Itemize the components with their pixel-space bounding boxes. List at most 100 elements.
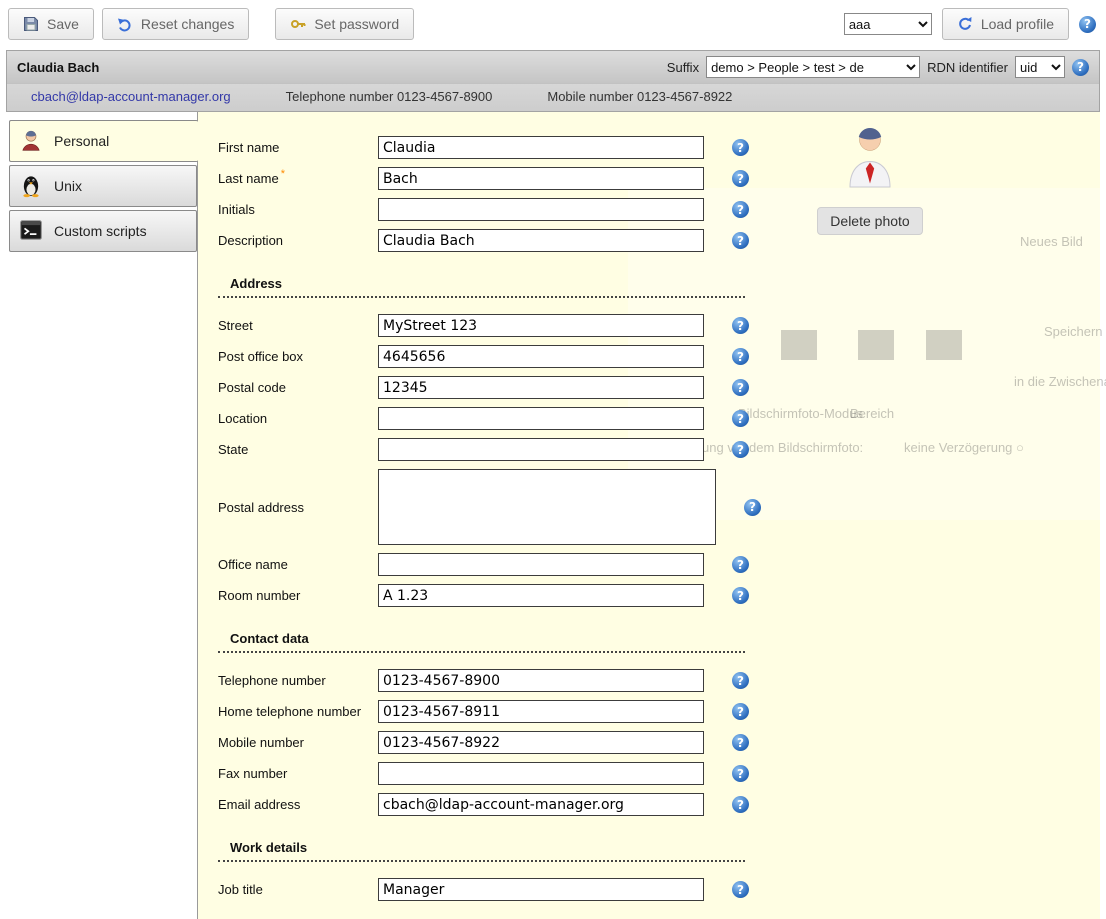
form-row: Home telephone number ?	[218, 700, 1100, 723]
form-row: Email address ?	[218, 793, 1100, 816]
form-row: Office name ?	[218, 553, 1100, 576]
telephone-number-input[interactable]	[378, 669, 704, 692]
mobile-number-input[interactable]	[378, 731, 704, 754]
terminal-icon	[18, 217, 44, 246]
field-label: Email address	[218, 797, 378, 812]
account-name: Claudia Bach	[17, 60, 99, 75]
home-telephone-input[interactable]	[378, 700, 704, 723]
field-label: Job title	[218, 882, 378, 897]
location-input[interactable]	[378, 407, 704, 430]
form-row: Room number ?	[218, 584, 1100, 607]
help-icon[interactable]: ?	[732, 796, 749, 813]
delete-photo-button[interactable]: Delete photo	[817, 207, 922, 235]
help-icon[interactable]: ?	[744, 499, 761, 516]
help-icon[interactable]: ?	[732, 139, 749, 156]
email-address-input[interactable]	[378, 793, 704, 816]
help-icon[interactable]: ?	[732, 348, 749, 365]
field-label: First name	[218, 140, 378, 155]
state-input[interactable]	[378, 438, 704, 461]
profile-select[interactable]: aaa	[844, 13, 932, 35]
reset-changes-label: Reset changes	[141, 16, 234, 32]
job-title-input[interactable]	[378, 878, 704, 901]
key-icon	[290, 16, 306, 32]
postal-address-textarea[interactable]	[378, 469, 716, 545]
help-icon[interactable]: ?	[732, 703, 749, 720]
help-icon[interactable]: ?	[732, 672, 749, 689]
form-row: Postal code ?	[218, 376, 1100, 399]
field-label: Initials	[218, 202, 378, 217]
help-icon[interactable]: ?	[732, 556, 749, 573]
help-icon[interactable]: ?	[732, 170, 749, 187]
last-name-input[interactable]	[378, 167, 704, 190]
initials-input[interactable]	[378, 198, 704, 221]
form-row: Post office box ?	[218, 345, 1100, 368]
tab-personal[interactable]: Personal	[9, 120, 198, 162]
tab-unix[interactable]: Unix	[9, 165, 197, 207]
first-name-input[interactable]	[378, 136, 704, 159]
form-row: State ?	[218, 438, 1100, 461]
help-icon[interactable]: ?	[1072, 59, 1089, 76]
description-input[interactable]	[378, 229, 704, 252]
header-right-group: Suffix demo > People > test > de RDN ide…	[667, 56, 1089, 78]
save-icon	[23, 16, 39, 32]
help-icon[interactable]: ?	[732, 441, 749, 458]
field-label: Post office box	[218, 349, 378, 364]
tab-personal-label: Personal	[54, 133, 109, 149]
help-icon[interactable]: ?	[732, 587, 749, 604]
suffix-select[interactable]: demo > People > test > de	[706, 56, 920, 78]
postal-code-input[interactable]	[378, 376, 704, 399]
rdn-select[interactable]: uid	[1015, 56, 1065, 78]
fax-number-input[interactable]	[378, 762, 704, 785]
section-title-work: Work details	[218, 840, 745, 862]
field-label: Postal address	[218, 500, 378, 515]
account-frame: Claudia Bach Suffix demo > People > test…	[6, 50, 1100, 919]
help-icon[interactable]: ?	[732, 765, 749, 782]
form-row: Description ?	[218, 229, 1100, 252]
help-icon[interactable]: ?	[732, 881, 749, 898]
reload-icon	[957, 16, 973, 32]
help-icon[interactable]: ?	[732, 410, 749, 427]
help-icon[interactable]: ?	[732, 317, 749, 334]
tab-custom-scripts-label: Custom scripts	[54, 223, 147, 239]
set-password-button[interactable]: Set password	[275, 8, 414, 40]
room-number-input[interactable]	[378, 584, 704, 607]
field-label: Home telephone number	[218, 704, 378, 719]
field-label: Mobile number	[218, 735, 378, 750]
help-icon[interactable]: ?	[732, 201, 749, 218]
email-link[interactable]: cbach@ldap-account-manager.org	[31, 89, 231, 104]
field-label-text: Last name	[218, 171, 279, 186]
save-button[interactable]: Save	[8, 8, 94, 40]
account-header: Claudia Bach Suffix demo > People > test…	[6, 50, 1100, 112]
section-title-address: Address	[218, 276, 745, 298]
form-row: Initials ?	[218, 198, 1100, 221]
tab-custom-scripts[interactable]: Custom scripts	[9, 210, 197, 252]
header-row-info: cbach@ldap-account-manager.org Telephone…	[7, 83, 1099, 111]
toolbar-right-group: aaa Load profile ?	[844, 8, 1096, 40]
field-label: Telephone number	[218, 673, 378, 688]
post-office-box-input[interactable]	[378, 345, 704, 368]
load-profile-button[interactable]: Load profile	[942, 8, 1069, 40]
help-icon[interactable]: ?	[732, 379, 749, 396]
field-label: State	[218, 442, 378, 457]
required-marker: *	[281, 168, 285, 180]
help-icon[interactable]: ?	[732, 232, 749, 249]
photo-area: Delete photo	[800, 124, 940, 235]
tab-unix-label: Unix	[54, 178, 82, 194]
set-password-label: Set password	[314, 16, 399, 32]
help-icon[interactable]: ?	[1079, 16, 1096, 33]
suffix-label: Suffix	[667, 60, 699, 75]
save-button-label: Save	[47, 16, 79, 32]
user-photo	[845, 124, 895, 193]
help-icon[interactable]: ?	[732, 734, 749, 751]
load-profile-label: Load profile	[981, 16, 1054, 32]
form-row: Location ?	[218, 407, 1100, 430]
field-label: Last name*	[218, 171, 378, 186]
field-label: Fax number	[218, 766, 378, 781]
undo-arrow-icon	[117, 16, 133, 32]
street-input[interactable]	[378, 314, 704, 337]
reset-changes-button[interactable]: Reset changes	[102, 8, 249, 40]
office-name-input[interactable]	[378, 553, 704, 576]
form-row: Last name* ?	[218, 167, 1100, 190]
field-label: Room number	[218, 588, 378, 603]
header-telephone: Telephone number 0123-4567-8900	[286, 89, 493, 104]
